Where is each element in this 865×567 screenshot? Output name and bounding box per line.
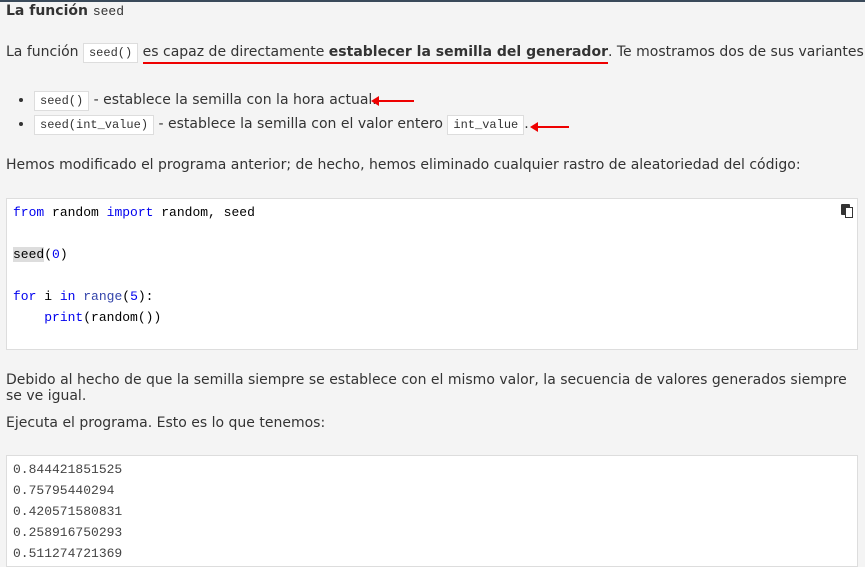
variant-text: - establece la semilla con el valor ente… <box>158 116 443 132</box>
copy-icon[interactable] <box>841 204 853 218</box>
paragraph: Hemos modificado el programa anterior; d… <box>6 157 801 173</box>
red-arrow-annotation <box>530 122 569 132</box>
inline-code: seed(int_value) <box>34 115 155 135</box>
red-arrow-annotation <box>371 96 414 106</box>
output-line: 0.258916750293 <box>13 525 123 540</box>
output-line: 0.511274721369 <box>13 546 123 561</box>
intro-underlined: es capaz de directamente <box>142 44 325 60</box>
variants-list: seed() - establece la semilla con la hor… <box>0 88 529 136</box>
paragraph: Debido al hecho de que la semilla siempr… <box>6 372 847 404</box>
output-line: 0.420571580831 <box>13 504 123 519</box>
intro-prefix: La función <box>6 44 79 60</box>
code-line: from random import random, seed <box>13 205 255 220</box>
code-block: from random import random, seed seed(0) … <box>6 198 858 350</box>
variant-text: - establece la semilla con la hora actua… <box>93 92 377 108</box>
list-item: seed(int_value) - establece la semilla c… <box>34 112 529 136</box>
section-heading: La función seed <box>6 3 124 19</box>
code-line: print(random()) <box>44 310 162 325</box>
output-block: 0.844421851525 0.75795440294 0.420571580… <box>6 455 858 567</box>
inline-code: seed() <box>34 91 90 111</box>
heading-code: seed <box>92 4 125 19</box>
intro-bold: establecer la semilla del generador <box>328 44 608 60</box>
list-item: seed() - establece la semilla con la hor… <box>34 88 529 112</box>
intro-paragraph: La función seed() es capaz de directamen… <box>6 43 865 64</box>
inline-code: seed() <box>82 43 139 63</box>
heading-text: La función <box>6 3 88 19</box>
output-line: 0.844421851525 <box>13 462 123 477</box>
intro-suffix: . Te mostramos dos de sus variantes: <box>607 44 865 60</box>
output-line: 0.75795440294 <box>13 483 115 498</box>
period: . <box>524 116 529 132</box>
inline-code: int_value <box>447 115 525 135</box>
code-line: for i in range(5): <box>13 289 154 304</box>
paragraph: Ejecuta el programa. Esto es lo que tene… <box>6 415 326 431</box>
code-line: seed(0) <box>13 247 68 262</box>
